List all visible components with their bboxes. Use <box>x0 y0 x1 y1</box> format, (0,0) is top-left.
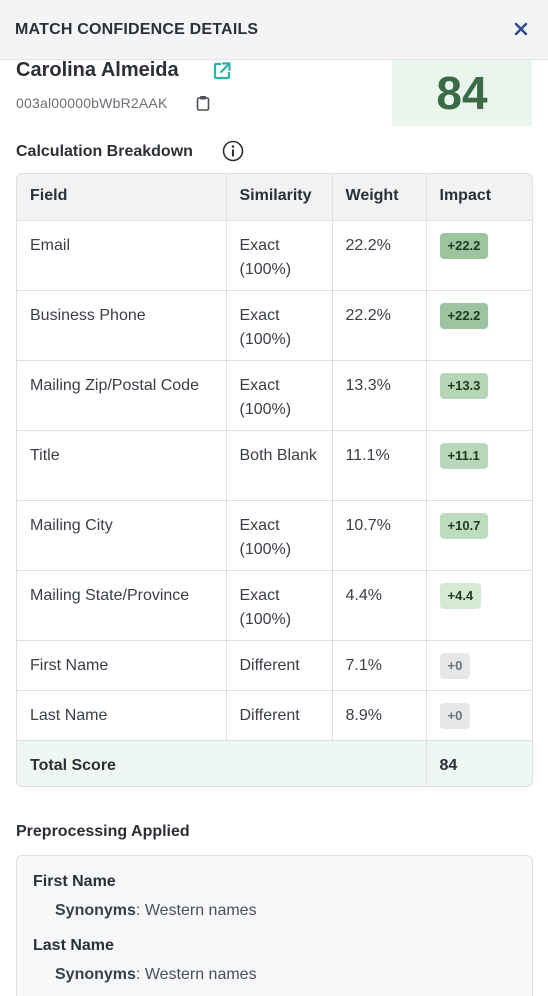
weight-cell: 7.1% <box>332 640 427 691</box>
score-box: 84 <box>392 60 532 126</box>
impact-badge: +4.4 <box>439 582 482 609</box>
preprocessing-panel: First Name Synonyms: Western names Last … <box>16 855 533 996</box>
column-header-impact: Impact <box>426 174 532 221</box>
column-header-similarity: Similarity <box>226 174 333 221</box>
impact-badge: +22.2 <box>439 232 489 259</box>
impact-cell: +11.1 <box>426 430 532 501</box>
table-row: Mailing Zip/Postal Code Exact (100%) 13.… <box>17 360 532 431</box>
table-row: Last Name Different 8.9% +0 <box>17 690 532 741</box>
record-id: 003al00000bWbR2AAK <box>16 95 168 111</box>
total-score-value: 84 <box>426 740 532 786</box>
weight-cell: 11.1% <box>332 430 427 501</box>
clipboard-icon[interactable] <box>196 95 210 111</box>
weight-cell: 10.7% <box>332 500 427 571</box>
field-cell: Mailing City <box>17 500 227 571</box>
impact-cell: +0 <box>426 640 532 691</box>
record-name: Carolina Almeida <box>16 59 179 81</box>
preprocessing-field: First Name <box>33 873 116 890</box>
similarity-cell: Exact (100%) <box>226 360 333 431</box>
field-cell: Mailing State/Province <box>17 570 227 641</box>
similarity-cell: Both Blank <box>226 430 333 501</box>
table-row: First Name Different 7.1% +0 <box>17 640 532 691</box>
dialog-title: MATCH CONFIDENCE DETAILS <box>15 21 259 38</box>
dialog-header: MATCH CONFIDENCE DETAILS <box>0 0 548 60</box>
impact-badge: +0 <box>439 702 471 729</box>
similarity-cell: Exact (100%) <box>226 220 333 291</box>
impact-cell: +13.3 <box>426 360 532 431</box>
info-icon[interactable] <box>222 140 244 162</box>
weight-cell: 13.3% <box>332 360 427 431</box>
rule-value: : Western names <box>135 966 257 983</box>
table-row: Business Phone Exact (100%) 22.2% +22.2 <box>17 290 532 361</box>
breakdown-table: Field Similarity Weight Impact Email Exa… <box>16 173 533 787</box>
weight-cell: 22.2% <box>332 290 427 361</box>
weight-cell: 4.4% <box>332 570 427 641</box>
impact-badge: +13.3 <box>439 372 489 399</box>
similarity-cell: Different <box>226 690 333 741</box>
close-icon[interactable] <box>511 19 531 39</box>
external-link-icon[interactable] <box>212 61 232 81</box>
table-row: Mailing City Exact (100%) 10.7% +10.7 <box>17 500 532 571</box>
weight-cell: 8.9% <box>332 690 427 741</box>
impact-badge: +10.7 <box>439 512 489 539</box>
field-cell: Business Phone <box>17 290 227 361</box>
table-row: Mailing State/Province Exact (100%) 4.4%… <box>17 570 532 641</box>
preprocessing-title: Preprocessing Applied <box>16 823 190 840</box>
similarity-cell: Different <box>226 640 333 691</box>
weight-cell: 22.2% <box>332 220 427 291</box>
similarity-cell: Exact (100%) <box>226 500 333 571</box>
field-cell: Last Name <box>17 690 227 741</box>
field-cell: Title <box>17 430 227 501</box>
impact-cell: +0 <box>426 690 532 741</box>
column-header-field: Field <box>17 174 227 221</box>
impact-badge: +22.2 <box>439 302 489 329</box>
rule-label: Synonyms <box>55 966 136 983</box>
rule-label: Synonyms <box>55 902 136 919</box>
impact-cell: +22.2 <box>426 290 532 361</box>
total-score-row: Total Score 84 <box>17 740 532 786</box>
impact-cell: +22.2 <box>426 220 532 291</box>
similarity-cell: Exact (100%) <box>226 570 333 641</box>
preprocessing-rule: Synonyms: Western names <box>55 966 257 984</box>
total-score-label: Total Score <box>17 740 427 786</box>
calculation-breakdown-title: Calculation Breakdown <box>16 143 193 160</box>
preprocessing-rule: Synonyms: Western names <box>55 902 257 920</box>
similarity-cell: Exact (100%) <box>226 290 333 361</box>
field-cell: Email <box>17 220 227 291</box>
table-row: Email Exact (100%) 22.2% +22.2 <box>17 220 532 291</box>
impact-badge: +0 <box>439 652 471 679</box>
field-cell: First Name <box>17 640 227 691</box>
impact-cell: +10.7 <box>426 500 532 571</box>
column-header-weight: Weight <box>332 174 427 221</box>
rule-value: : Western names <box>135 902 257 919</box>
impact-badge: +11.1 <box>439 442 488 469</box>
field-cell: Mailing Zip/Postal Code <box>17 360 227 431</box>
impact-cell: +4.4 <box>426 570 532 641</box>
preprocessing-field: Last Name <box>33 937 114 954</box>
score-value: 84 <box>436 67 488 119</box>
table-row: Title Both Blank 11.1% +11.1 <box>17 430 532 501</box>
